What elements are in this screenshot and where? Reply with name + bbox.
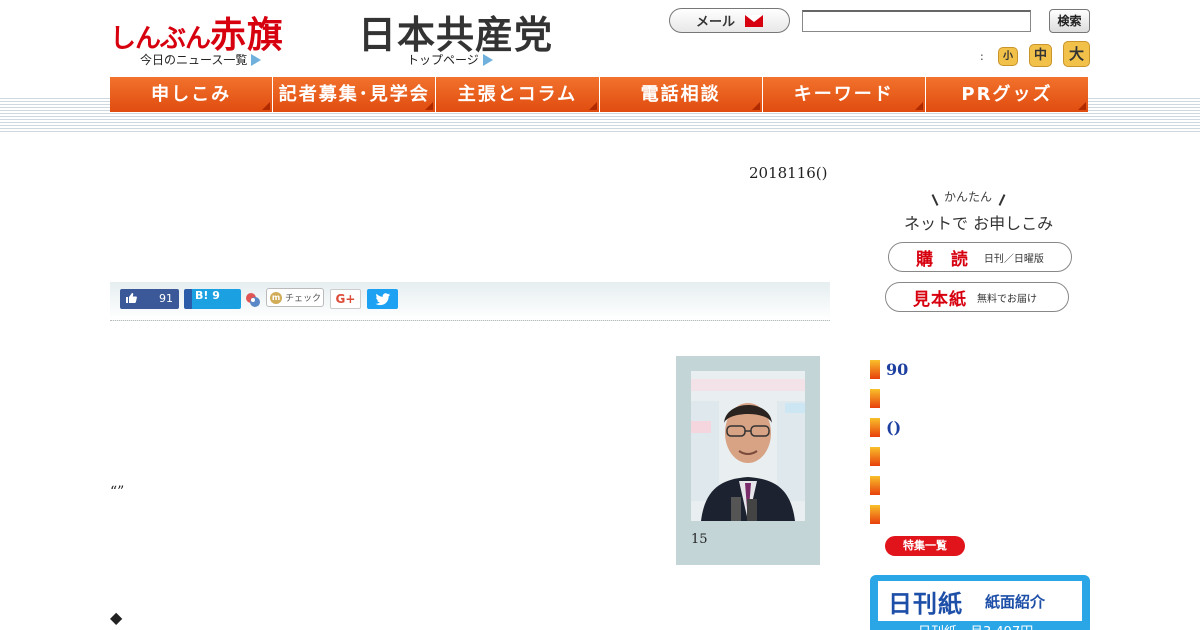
photo-box: 15 [676, 356, 820, 565]
main-nav: 申しこみ 記者募集･見学会 主張とコラム 電話相談 キーワード PRグッズ [110, 77, 1089, 112]
share-multi-icon[interactable] [245, 292, 261, 308]
mixi-check-button[interactable]: m チェック [266, 288, 324, 307]
search-input[interactable] [802, 10, 1031, 32]
photo-caption: 15 [691, 532, 708, 547]
mail-label: メール [695, 15, 735, 30]
twitter-button[interactable] [367, 289, 398, 309]
fontsize-medium-button[interactable]: 中 [1029, 44, 1052, 67]
feature-list-button[interactable]: 特集一覧 [885, 536, 965, 556]
daily-paper-sub: 紙面紹介 [985, 592, 1046, 611]
nav-item-apply[interactable]: 申しこみ [110, 77, 274, 112]
mail-button[interactable]: メール [669, 8, 790, 33]
kantan-label: かんたん [944, 190, 993, 204]
top-page-link[interactable]: トップページ [407, 51, 493, 68]
article-date: 2018116() [749, 164, 828, 182]
sample-paper-button[interactable]: 見本紙 無料でお届け [885, 282, 1069, 312]
ranking-marker [870, 389, 880, 408]
fontsize-large-button[interactable]: 大 [1063, 41, 1090, 67]
share-bar: 91 B! 9 m チェック G+ [110, 282, 830, 321]
slash-right-icon [998, 194, 1006, 206]
section-diamond: ◆ [110, 608, 123, 627]
ranking-item-3[interactable]: () [886, 418, 901, 437]
nav-item-recruit[interactable]: 記者募集･見学会 [273, 77, 437, 112]
daily-paper-box: 日刊紙 紙面紹介 [878, 581, 1082, 621]
search-button[interactable]: 検索 [1049, 9, 1090, 33]
ranking-item-1[interactable]: 90 [886, 360, 908, 379]
logo-hiragana: しんぶん [110, 24, 211, 54]
nav-item-phone[interactable]: 電話相談 [599, 77, 763, 112]
news-list-label: 今日のニュース一覧 [140, 53, 248, 67]
article-quote: “” [110, 484, 125, 500]
mixi-check-label: チェック [285, 294, 322, 304]
daily-paper-price: 日刊紙 月3,497円 [918, 621, 1033, 630]
hatena-bookmark-button[interactable]: B! 9 [184, 289, 241, 309]
slash-left-icon [931, 194, 939, 206]
twitter-bird-icon [375, 293, 391, 306]
net-apply-label: ネットで お申しこみ [904, 214, 1054, 233]
mixi-icon: m [270, 291, 282, 304]
subscribe-button[interactable]: 購 読 日刊／日曜版 [888, 242, 1072, 272]
ranking-marker [870, 360, 880, 379]
subscribe-note: 日刊／日曜版 [983, 253, 1044, 265]
thumbs-up-icon [126, 293, 137, 303]
daily-paper-title: 日刊紙 [888, 589, 963, 618]
top-page-label: トップページ [407, 53, 479, 67]
subscribe-label: 購 読 [916, 249, 974, 270]
nav-item-keyword[interactable]: キーワード [762, 77, 926, 112]
ranking-marker [870, 505, 880, 524]
ranking-marker [870, 418, 880, 437]
play-arrow-icon [482, 53, 493, 66]
page: しんぶん赤旗 今日のニュース一覧 日本共産党 トップページ メール 検索 : 小… [0, 0, 1200, 630]
fontsize-small-button[interactable]: 小 [998, 47, 1018, 66]
ranking-marker [870, 447, 880, 466]
ranking-marker [870, 476, 880, 495]
sample-label: 見本紙 [913, 289, 967, 310]
like-count: 91 [159, 292, 173, 305]
article-photo[interactable] [691, 371, 805, 521]
logo-kanji: 赤旗 [210, 15, 285, 56]
envelope-icon [745, 14, 763, 27]
news-list-link[interactable]: 今日のニュース一覧 [140, 51, 262, 68]
fontsize-label: : [980, 50, 984, 63]
facebook-like-button[interactable]: 91 [120, 289, 179, 309]
nav-item-editorial[interactable]: 主張とコラム [436, 77, 600, 112]
daily-paper-banner[interactable]: 日刊紙 紙面紹介 日刊紙 月3,497円 [870, 575, 1090, 630]
google-plus-button[interactable]: G+ [330, 289, 361, 309]
play-arrow-icon [251, 53, 262, 66]
nav-item-goods[interactable]: PRグッズ [925, 77, 1089, 112]
sample-note: 無料でお届け [977, 293, 1037, 305]
